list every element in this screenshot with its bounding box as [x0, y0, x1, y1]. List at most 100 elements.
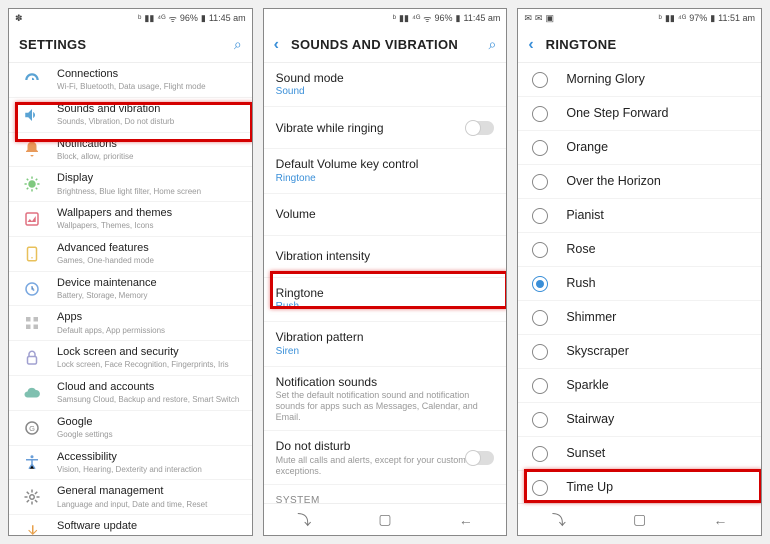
back-icon[interactable]: ‹	[528, 36, 533, 54]
toggle-switch[interactable]	[466, 121, 494, 135]
sound-item[interactable]: Vibration intensity	[264, 236, 507, 278]
radio-button[interactable]	[532, 378, 548, 394]
ringtone-option[interactable]: Orange	[518, 131, 761, 165]
ringtone-label: Pianist	[566, 208, 604, 223]
sound-item[interactable]: Vibrate while ringing	[264, 107, 507, 149]
back-button[interactable]: ←	[459, 512, 473, 528]
item-subtitle: Games, One-handed mode	[57, 256, 240, 266]
battery-text: 96%	[180, 13, 198, 23]
ringtone-option[interactable]: Pianist	[518, 199, 761, 233]
sound-item[interactable]: Volume	[264, 194, 507, 236]
item-subtitle: Sounds, Vibration, Do not disturb	[57, 117, 240, 127]
signal-icon: ▮▮	[399, 13, 409, 24]
item-subtitle: Block, allow, prioritise	[57, 152, 240, 162]
item-title: Device maintenance	[57, 277, 240, 290]
settings-item-software[interactable]: Software updateDownload updates, Schedul…	[9, 515, 252, 535]
toggle-switch[interactable]	[466, 451, 494, 465]
item-subtitle: Google settings	[57, 430, 240, 440]
display-icon	[21, 173, 43, 195]
clock-text: 11:45 am	[209, 13, 246, 23]
settings-item-sound[interactable]: Sounds and vibrationSounds, Vibration, D…	[9, 98, 252, 133]
ringtone-option[interactable]: Shimmer	[518, 301, 761, 335]
status-bar: ✉ ✉ ▣ ᵇ ▮▮ ⁴ᴳ 97% ▮ 11:51 am	[518, 9, 761, 27]
radio-button[interactable]	[532, 208, 548, 224]
sound-item[interactable]: Do not disturbMute all calls and alerts,…	[264, 431, 507, 485]
radio-button[interactable]	[532, 242, 548, 258]
item-title: Connections	[57, 68, 240, 81]
item-title: Notifications	[57, 138, 240, 151]
sounds-list: Sound modeSoundVibrate while ringingDefa…	[264, 63, 507, 503]
apps-icon	[21, 312, 43, 334]
bluetooth-icon: ✽	[15, 13, 23, 24]
bluetooth-icon: ᵇ	[138, 13, 141, 23]
item-title: Advanced features	[57, 242, 240, 255]
ringtone-option[interactable]: Rose	[518, 233, 761, 267]
ringtone-option[interactable]: Rush	[518, 267, 761, 301]
settings-item-apps[interactable]: AppsDefault apps, App permissions	[9, 306, 252, 341]
radio-button[interactable]	[532, 310, 548, 326]
back-icon[interactable]: ‹	[274, 36, 279, 54]
item-title: Default Volume key control	[276, 157, 495, 171]
item-title: Lock screen and security	[57, 346, 240, 359]
ringtone-option[interactable]: Skyscraper	[518, 335, 761, 369]
settings-item-connections[interactable]: ConnectionsWi-Fi, Bluetooth, Data usage,…	[9, 63, 252, 98]
radio-button[interactable]	[532, 174, 548, 190]
signal-icon: ▮▮	[144, 13, 154, 24]
settings-item-cloud[interactable]: Cloud and accountsSamsung Cloud, Backup …	[9, 376, 252, 411]
item-subtitle: Wi-Fi, Bluetooth, Data usage, Flight mod…	[57, 82, 240, 92]
software-icon	[21, 521, 43, 535]
chat-icon: ✉	[535, 13, 543, 24]
sound-item[interactable]: Vibration patternSiren	[264, 322, 507, 366]
settings-item-lock[interactable]: Lock screen and securityLock screen, Fac…	[9, 341, 252, 376]
ringtone-option[interactable]: Time Up	[518, 471, 761, 503]
ringtone-option[interactable]: Stairway	[518, 403, 761, 437]
radio-button[interactable]	[532, 480, 548, 496]
settings-screen: ✽ ᵇ ▮▮ ⁴ᴳ ᯤ 96% ▮ 11:45 am SETTINGS ⌕ Co…	[8, 8, 253, 536]
radio-button[interactable]	[532, 72, 548, 88]
ringtone-option[interactable]: Sunset	[518, 437, 761, 471]
sound-item[interactable]: Default Volume key controlRingtone	[264, 149, 507, 193]
ringtone-option[interactable]: One Step Forward	[518, 97, 761, 131]
settings-item-wallpapers[interactable]: Wallpapers and themesWallpapers, Themes,…	[9, 202, 252, 237]
settings-item-general[interactable]: General managementLanguage and input, Da…	[9, 480, 252, 515]
ringtone-label: Stairway	[566, 412, 614, 427]
search-icon[interactable]: ⌕	[489, 36, 497, 53]
item-title: Vibration intensity	[276, 249, 495, 263]
recents-button[interactable]: ⤵	[297, 510, 311, 530]
ringtone-option[interactable]: Over the Horizon	[518, 165, 761, 199]
settings-item-advanced[interactable]: Advanced featuresGames, One-handed mode	[9, 237, 252, 272]
wallpapers-icon	[21, 208, 43, 230]
ringtone-label: Sunset	[566, 446, 605, 461]
ringtone-option[interactable]: Sparkle	[518, 369, 761, 403]
back-button[interactable]: ←	[713, 512, 727, 528]
radio-button[interactable]	[532, 344, 548, 360]
settings-item-accessibility[interactable]: AccessibilityVision, Hearing, Dexterity …	[9, 446, 252, 481]
battery-text: 96%	[435, 13, 453, 23]
settings-item-maintenance[interactable]: Device maintenanceBattery, Storage, Memo…	[9, 272, 252, 307]
home-button[interactable]: ▢	[633, 511, 646, 528]
item-title: Sounds and vibration	[57, 103, 240, 116]
settings-item-google[interactable]: GGoogleGoogle settings	[9, 411, 252, 446]
item-subtitle: Rush	[276, 301, 495, 313]
item-title: Sound mode	[276, 71, 495, 85]
ringtone-option[interactable]: Morning Glory	[518, 63, 761, 97]
item-subtitle: Sound	[276, 86, 495, 98]
page-title: RINGTONE	[546, 37, 751, 52]
radio-button[interactable]	[532, 446, 548, 462]
radio-button[interactable]	[532, 412, 548, 428]
settings-item-notifications[interactable]: NotificationsBlock, allow, prioritise	[9, 133, 252, 168]
settings-item-display[interactable]: DisplayBrightness, Blue light filter, Ho…	[9, 167, 252, 202]
recents-button[interactable]: ⤵	[552, 510, 566, 530]
radio-button[interactable]	[532, 140, 548, 156]
sound-item[interactable]: RingtoneRush	[264, 278, 507, 322]
ringtone-label: One Step Forward	[566, 106, 668, 121]
battery-icon: ▮	[456, 13, 461, 24]
search-icon[interactable]: ⌕	[234, 36, 242, 53]
home-button[interactable]: ▢	[378, 511, 391, 528]
sound-item[interactable]: Sound modeSound	[264, 63, 507, 107]
radio-button[interactable]	[532, 276, 548, 292]
sound-item[interactable]: Notification soundsSet the default notif…	[264, 367, 507, 432]
radio-button[interactable]	[532, 106, 548, 122]
connections-icon	[21, 69, 43, 91]
item-subtitle: Wallpapers, Themes, Icons	[57, 221, 240, 231]
